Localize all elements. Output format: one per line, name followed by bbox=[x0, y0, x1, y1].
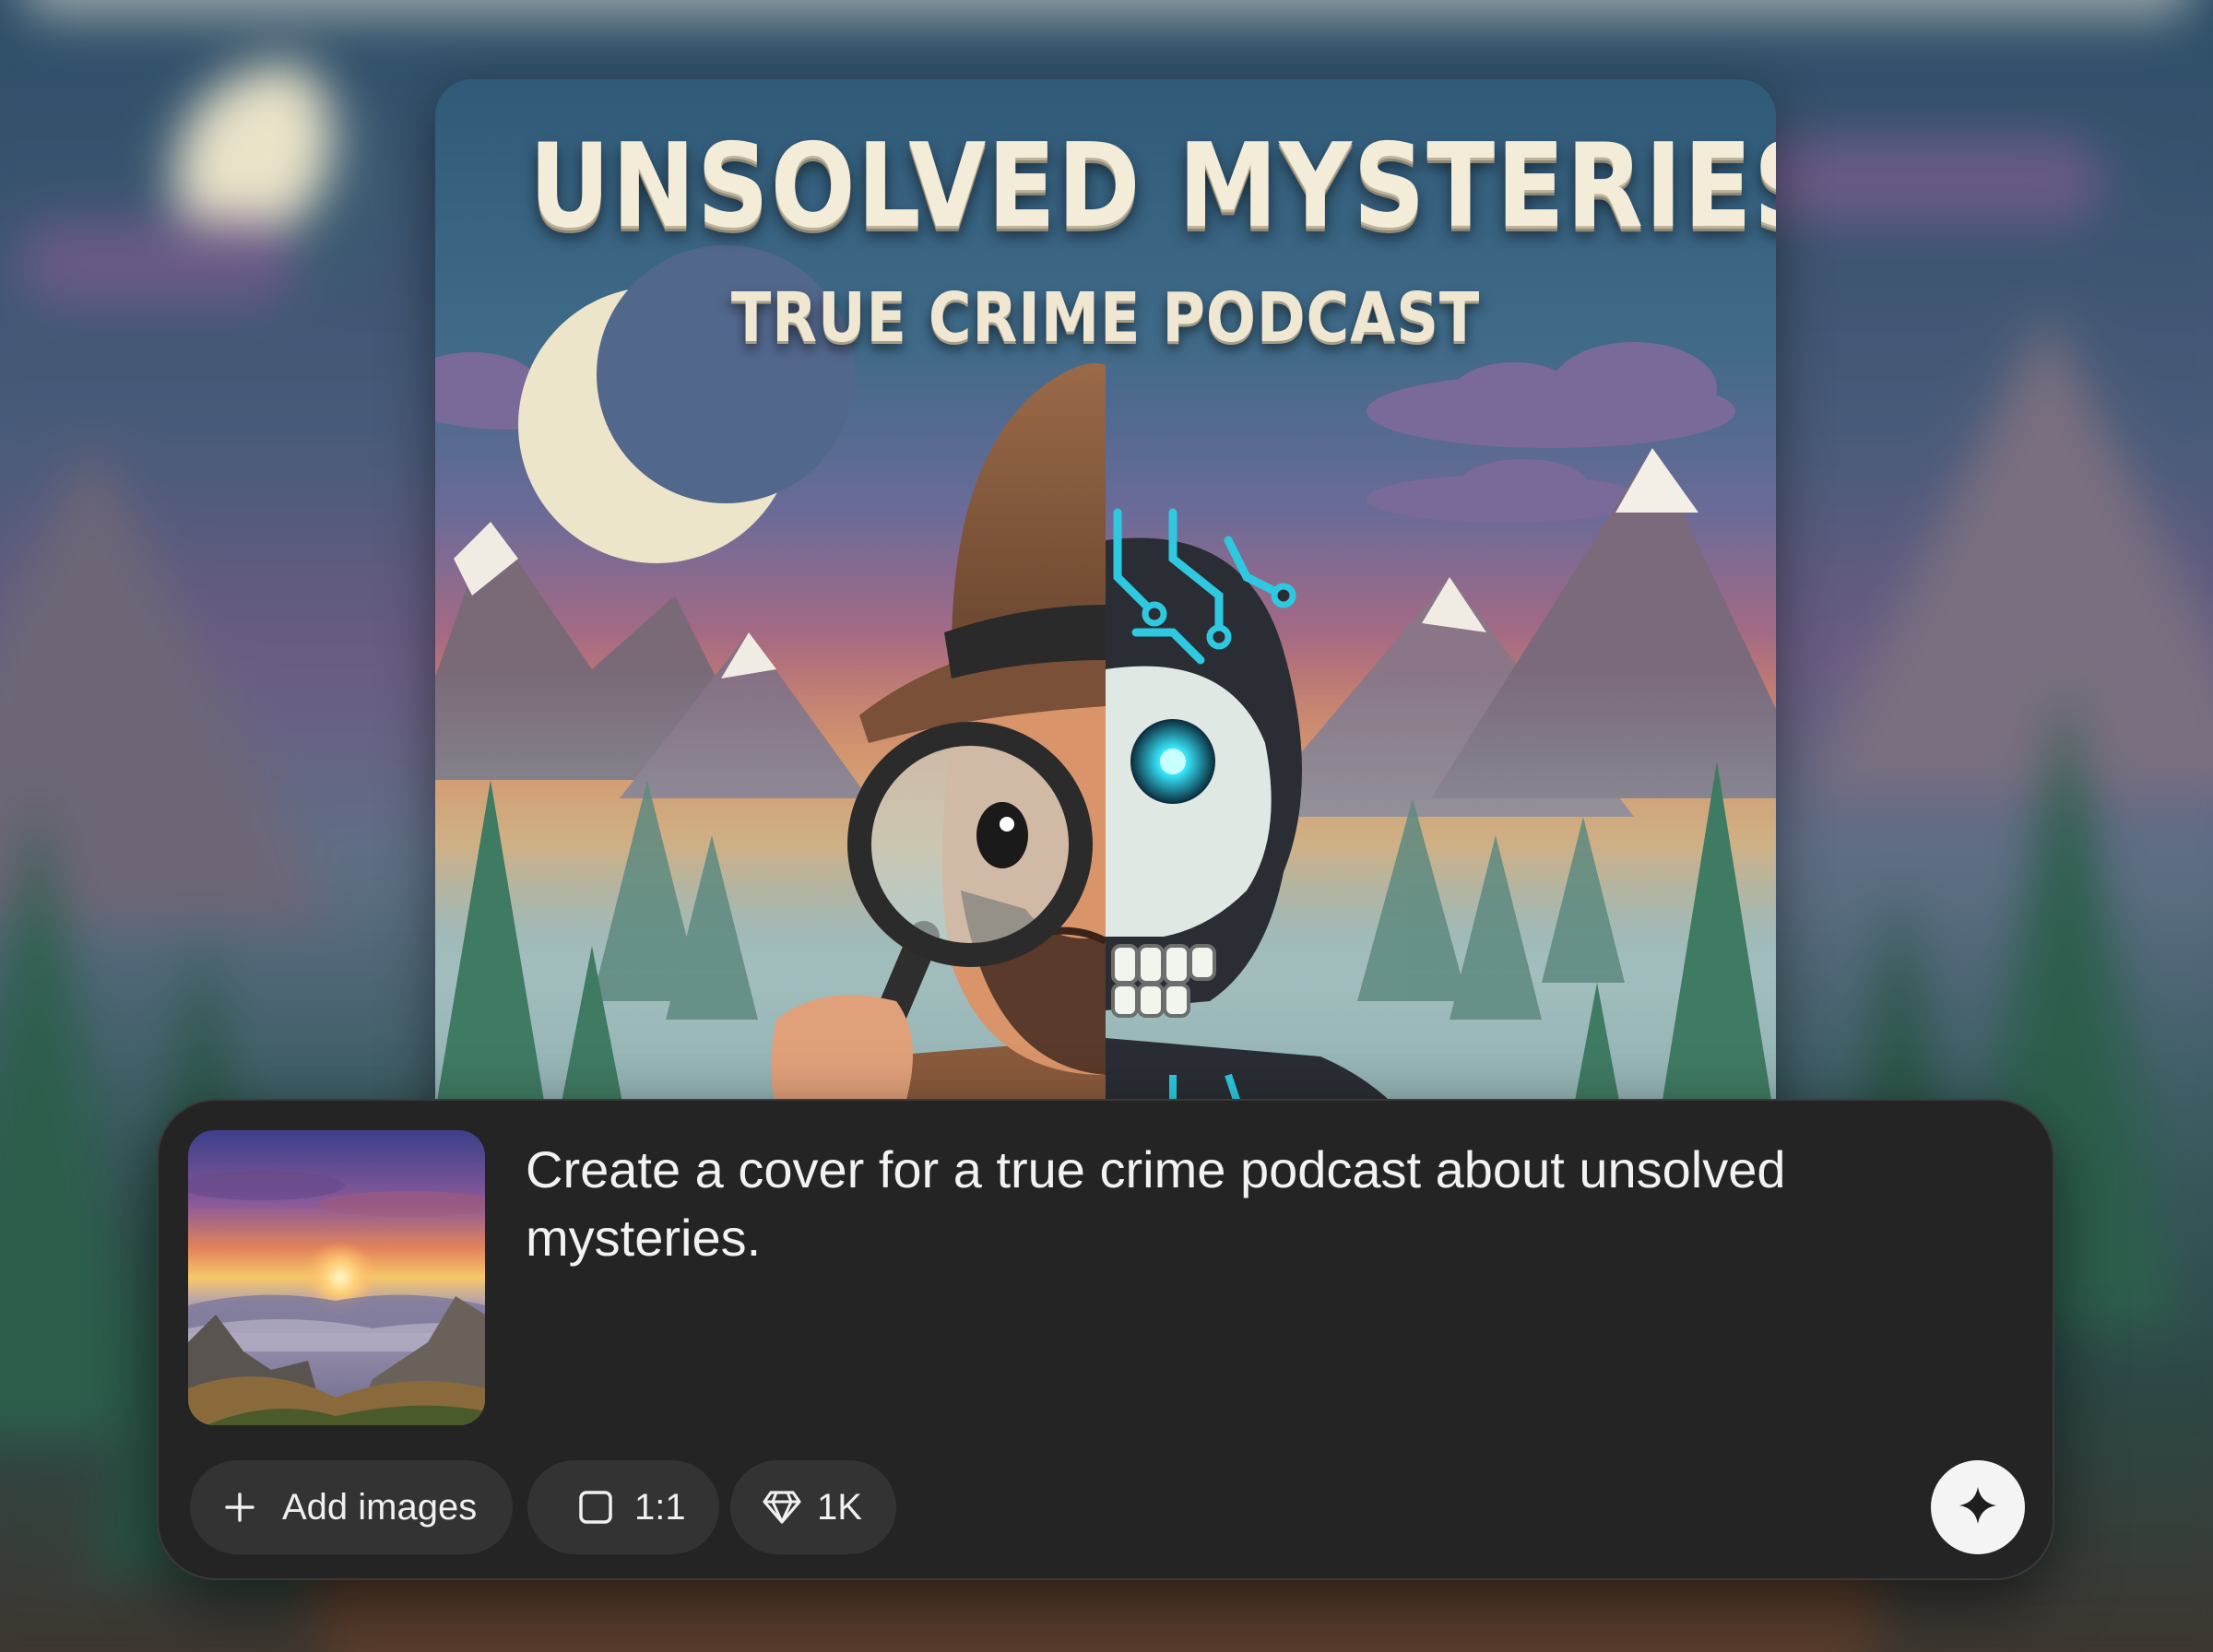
generate-button[interactable] bbox=[1931, 1460, 2025, 1554]
cover-subtitle: TRUE CRIME PODCAST bbox=[730, 278, 1481, 358]
square-icon bbox=[577, 1489, 614, 1526]
app-canvas: UNSOLVED MYSTERIES TRUE CRIME PODCAST Cr… bbox=[0, 0, 2213, 1652]
prompt-panel: Create a cover for a true crime podcast … bbox=[157, 1099, 2054, 1580]
prompt-input[interactable]: Create a cover for a true crime podcast … bbox=[526, 1136, 1964, 1272]
diamond-icon bbox=[762, 1489, 802, 1526]
sparkle-icon bbox=[1958, 1485, 1998, 1530]
add-images-label: Add images bbox=[282, 1486, 478, 1528]
aspect-ratio-label: 1:1 bbox=[634, 1486, 686, 1528]
add-images-button[interactable]: Add images bbox=[190, 1460, 513, 1554]
aspect-ratio-button[interactable]: 1:1 bbox=[527, 1460, 719, 1554]
plus-icon bbox=[223, 1491, 256, 1524]
cover-title: UNSOLVED MYSTERIES bbox=[528, 118, 1776, 254]
reference-image-thumbnail[interactable] bbox=[188, 1130, 485, 1425]
sunset-mountain-thumbnail bbox=[188, 1130, 485, 1425]
quality-button[interactable]: 1K bbox=[730, 1460, 896, 1554]
cover-illustration bbox=[435, 79, 1776, 1278]
generated-cover-image[interactable]: UNSOLVED MYSTERIES TRUE CRIME PODCAST bbox=[435, 79, 1776, 1278]
quality-label: 1K bbox=[817, 1486, 862, 1528]
